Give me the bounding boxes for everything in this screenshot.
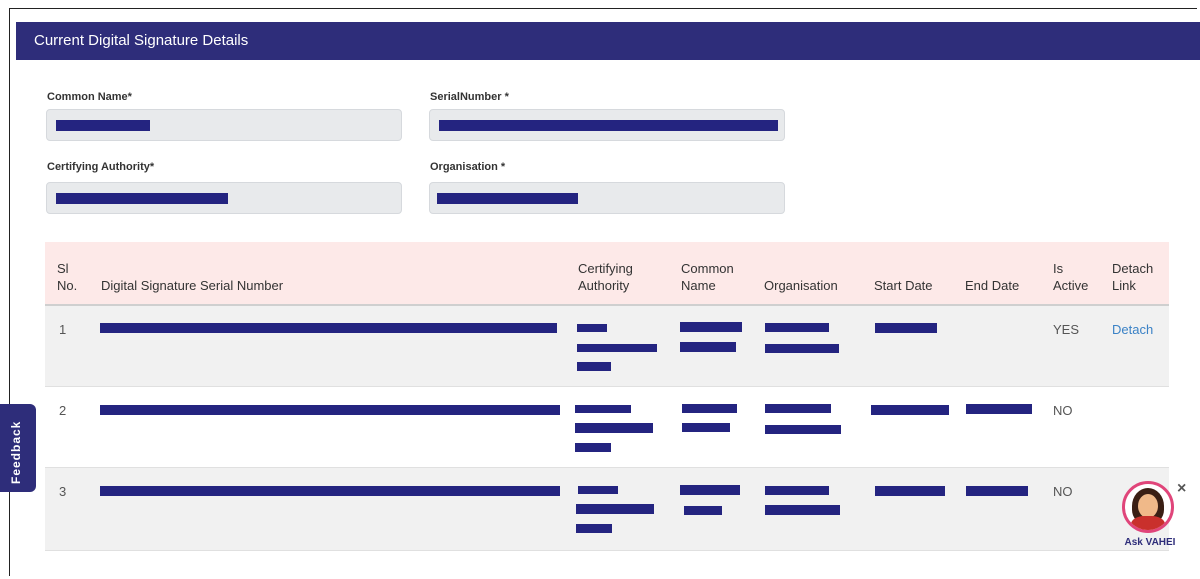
redacted-common-name bbox=[680, 485, 740, 495]
redacted-organisation bbox=[765, 486, 829, 495]
table-row: 1 YES Detach bbox=[45, 306, 1169, 387]
organisation-label: Organisation * bbox=[430, 161, 506, 173]
redacted-start-date bbox=[875, 323, 937, 333]
certifying-authority-field[interactable] bbox=[46, 182, 402, 214]
close-icon[interactable]: × bbox=[1177, 480, 1186, 498]
redacted-organisation bbox=[765, 425, 841, 434]
redacted-common-name bbox=[682, 404, 737, 413]
row-is-active: NO bbox=[1053, 484, 1073, 499]
redacted-value bbox=[439, 120, 778, 131]
redacted-value bbox=[56, 193, 228, 204]
row-sl-no: 1 bbox=[59, 322, 67, 337]
row-is-active: YES bbox=[1053, 322, 1080, 337]
redacted-serial bbox=[100, 405, 560, 415]
col-start-date: Start Date bbox=[874, 278, 933, 293]
redacted-ca bbox=[578, 486, 618, 494]
feedback-tab[interactable]: Feedback bbox=[0, 404, 36, 492]
redacted-organisation bbox=[765, 323, 829, 332]
redacted-end-date bbox=[966, 486, 1028, 496]
col-sl-no: Sl No. bbox=[57, 261, 78, 293]
table-row: 3 NO bbox=[45, 468, 1169, 551]
ask-vahei-widget[interactable]: Ask VAHEI bbox=[1120, 481, 1180, 571]
redacted-ca bbox=[575, 423, 653, 433]
row-sl-no: 2 bbox=[59, 403, 67, 418]
certifying-authority-label: Certifying Authority* bbox=[47, 161, 155, 173]
col-common-name: Common Name bbox=[681, 261, 734, 293]
redacted-ca bbox=[575, 405, 631, 413]
col-end-date: End Date bbox=[965, 278, 1020, 293]
ask-vahei-label[interactable]: Ask VAHEI bbox=[1120, 537, 1180, 548]
serial-number-label: SerialNumber * bbox=[430, 91, 509, 103]
redacted-organisation bbox=[765, 404, 831, 413]
redacted-ca bbox=[577, 362, 611, 371]
redacted-common-name bbox=[682, 423, 730, 432]
redacted-ca bbox=[575, 443, 611, 452]
redacted-ca bbox=[577, 344, 657, 352]
feedback-label: Feedback bbox=[9, 420, 23, 484]
redacted-organisation bbox=[765, 344, 839, 353]
col-is-active: Is Active bbox=[1053, 261, 1089, 293]
redacted-start-date bbox=[875, 486, 945, 496]
redacted-start-date bbox=[871, 405, 949, 415]
table-header: Sl No. Digital Signature Serial Number Ce… bbox=[45, 242, 1169, 306]
serial-number-field[interactable] bbox=[429, 109, 785, 141]
redacted-end-date bbox=[966, 404, 1032, 414]
redacted-ca bbox=[577, 324, 607, 332]
detach-link[interactable]: Detach bbox=[1112, 322, 1153, 337]
redacted-value bbox=[437, 193, 578, 204]
redacted-ca bbox=[576, 504, 654, 514]
redacted-organisation bbox=[765, 505, 840, 515]
redacted-common-name bbox=[680, 342, 736, 352]
table-row: 2 NO bbox=[45, 387, 1169, 468]
organisation-field[interactable] bbox=[429, 182, 785, 214]
row-sl-no: 3 bbox=[59, 484, 67, 499]
col-detach: Detach Link bbox=[1112, 261, 1154, 293]
row-is-active: NO bbox=[1053, 403, 1073, 418]
col-serial: Digital Signature Serial Number bbox=[101, 278, 284, 293]
redacted-common-name bbox=[684, 506, 722, 515]
assistant-avatar-icon[interactable] bbox=[1122, 481, 1174, 533]
redacted-value bbox=[56, 120, 150, 131]
redacted-serial bbox=[100, 323, 557, 333]
common-name-label: Common Name* bbox=[47, 91, 132, 103]
section-header: Current Digital Signature Details bbox=[16, 22, 1200, 60]
col-organisation: Organisation bbox=[764, 278, 838, 293]
common-name-field[interactable] bbox=[46, 109, 402, 141]
redacted-common-name bbox=[680, 322, 742, 332]
signature-table: Sl No. Digital Signature Serial Number Ce… bbox=[45, 242, 1169, 551]
redacted-ca bbox=[576, 524, 612, 533]
redacted-serial bbox=[100, 486, 560, 496]
section-title: Current Digital Signature Details bbox=[34, 32, 249, 49]
col-certifying-authority: Certifying Authority bbox=[578, 261, 633, 293]
